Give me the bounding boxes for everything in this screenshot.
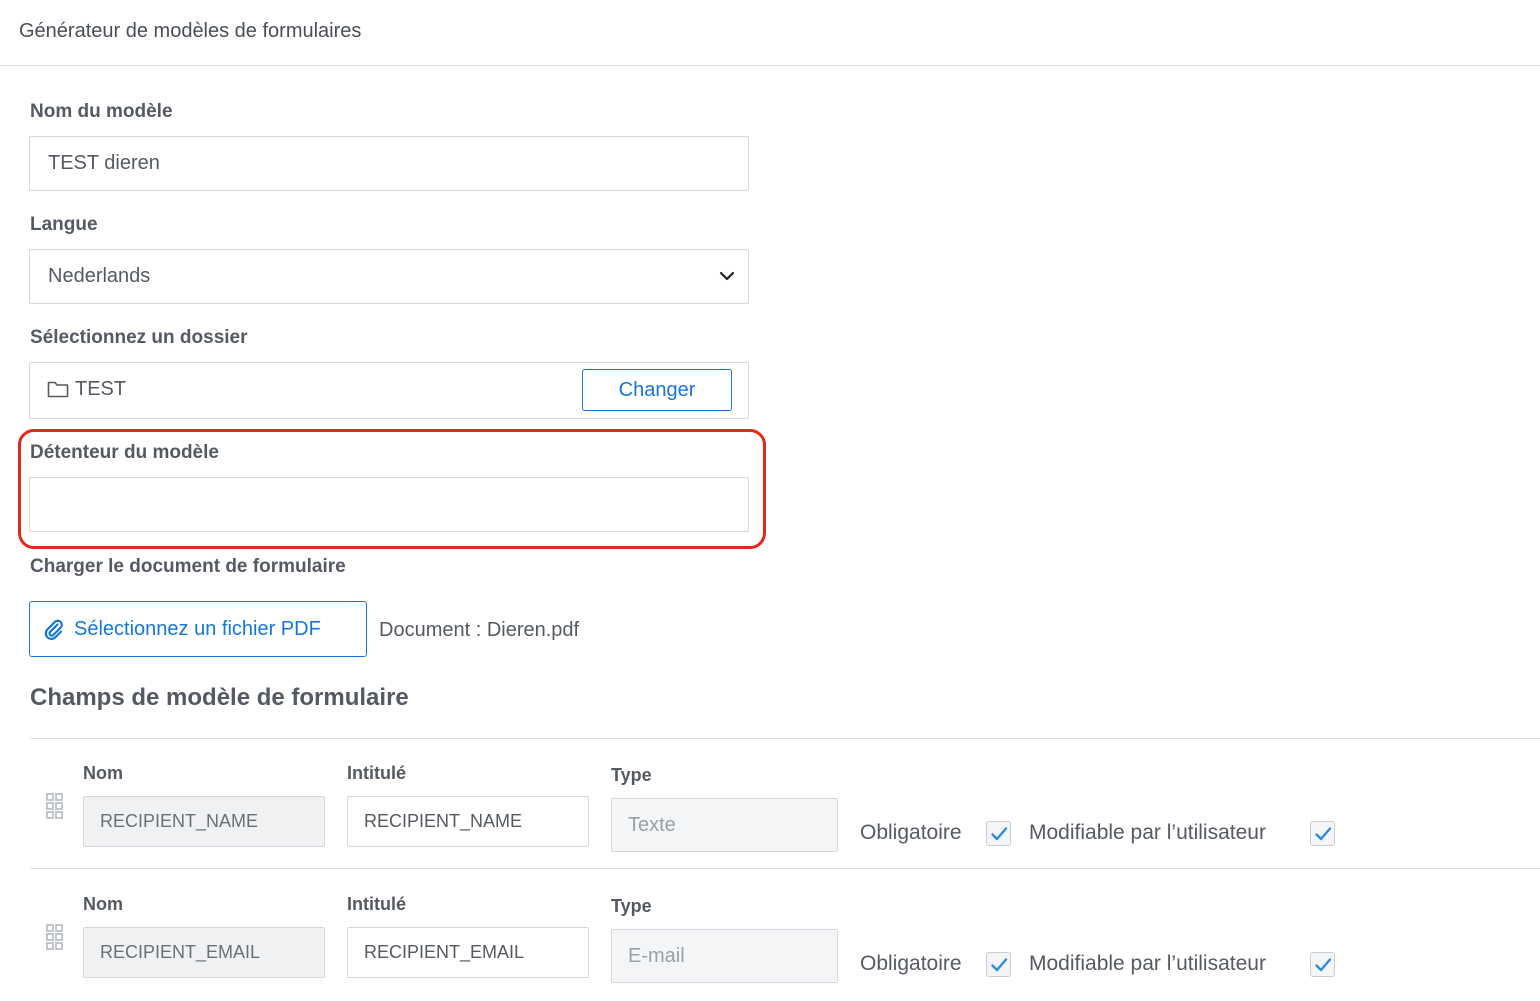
field-label-input[interactable]: RECIPIENT_NAME: [347, 796, 589, 847]
field-label-value: RECIPIENT_EMAIL: [364, 942, 525, 962]
folder-label: Sélectionnez un dossier: [30, 327, 248, 348]
upload-document-label: Charger le document de formulaire: [30, 556, 346, 577]
field-name-label: Nom: [83, 763, 123, 783]
field-name-input: RECIPIENT_EMAIL: [83, 927, 325, 978]
required-label: Obligatoire: [860, 952, 962, 975]
language-value: Nederlands: [48, 265, 151, 287]
drag-handle-icon[interactable]: [45, 791, 65, 821]
field-type-label: Type: [611, 896, 652, 916]
checkmark-icon: [1315, 958, 1332, 972]
checkmark-icon: [1315, 827, 1332, 841]
field-type-value: Texte: [628, 813, 676, 836]
editable-checkbox[interactable]: [1310, 821, 1335, 846]
fields-section-title: Champs de modèle de formulaire: [30, 684, 409, 711]
field-type-label: Type: [611, 765, 652, 785]
field-label-label: Intitulé: [347, 763, 406, 783]
checkmark-icon: [991, 958, 1008, 972]
chevron-down-icon: [719, 271, 735, 281]
drag-handle-icon[interactable]: [45, 922, 65, 952]
required-checkbox[interactable]: [986, 821, 1011, 846]
template-name-value: TEST dieren: [48, 152, 160, 174]
editable-label: Modifiable par l’utilisateur: [1029, 952, 1266, 975]
select-pdf-button[interactable]: Sélectionnez un fichier PDF: [29, 601, 367, 657]
editable-checkbox[interactable]: [1310, 952, 1335, 977]
language-label: Langue: [30, 214, 98, 235]
folder-name: TEST: [75, 378, 127, 400]
required-checkbox[interactable]: [986, 952, 1011, 977]
field-row: Nom RECIPIENT_NAME Intitulé RECIPIENT_NA…: [0, 739, 1540, 870]
document-filename: Document : Dieren.pdf: [379, 619, 580, 641]
change-folder-button[interactable]: Changer: [582, 369, 732, 411]
template-name-label: Nom du modèle: [30, 101, 173, 122]
field-label-label: Intitulé: [347, 894, 406, 914]
folder-icon: [47, 381, 69, 398]
required-label: Obligatoire: [860, 821, 962, 844]
field-type-select: E-mail: [611, 929, 838, 983]
field-name-input: RECIPIENT_NAME: [83, 796, 325, 847]
editable-label: Modifiable par l’utilisateur: [1029, 821, 1266, 844]
top-bar: Générateur de modèles de formulaires: [0, 0, 1540, 66]
field-name-label: Nom: [83, 894, 123, 914]
template-name-input[interactable]: TEST dieren: [29, 136, 749, 191]
select-pdf-label: Sélectionnez un fichier PDF: [74, 617, 321, 640]
field-name-value: RECIPIENT_NAME: [100, 811, 259, 831]
field-type-select: Texte: [611, 798, 838, 852]
page-title: Générateur de modèles de formulaires: [19, 20, 362, 42]
field-label-input[interactable]: RECIPIENT_EMAIL: [347, 927, 589, 978]
field-label-value: RECIPIENT_NAME: [364, 811, 523, 831]
field-type-value: E-mail: [628, 944, 685, 967]
language-select[interactable]: Nederlands: [29, 249, 749, 304]
highlight-annotation: [18, 429, 766, 549]
paperclip-icon: [44, 619, 63, 640]
divider: [30, 868, 1540, 869]
field-name-value: RECIPIENT_EMAIL: [100, 942, 261, 962]
checkmark-icon: [991, 827, 1008, 841]
field-row: Nom RECIPIENT_EMAIL Intitulé RECIPIENT_E…: [0, 870, 1540, 1001]
